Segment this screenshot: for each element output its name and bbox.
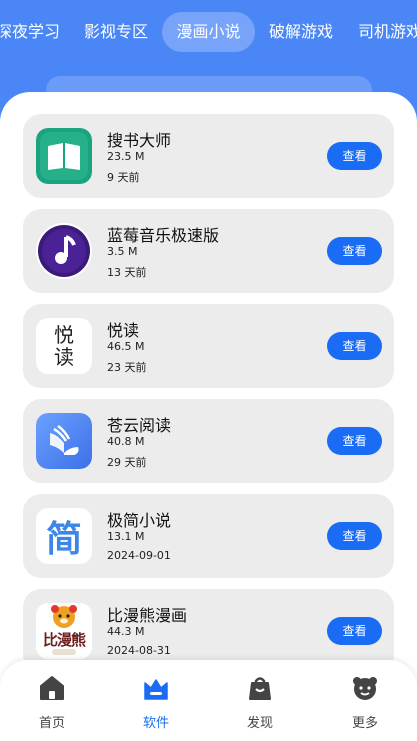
view-button[interactable]: 查看 — [327, 237, 382, 265]
app-date: 2024-08-31 — [107, 644, 171, 657]
app-card[interactable]: 搜书大师 23.5 M 9 天前 查看 — [23, 114, 394, 198]
app-name: 搜书大师 — [107, 131, 172, 150]
home-icon — [40, 676, 64, 700]
icon-text: 比漫熊 — [42, 631, 86, 649]
app-name: 悦读 — [107, 321, 140, 340]
app-name: 苍云阅读 — [107, 416, 172, 435]
nav-label: 更多 — [351, 716, 378, 731]
app-size: 46.5 M — [107, 340, 145, 353]
tab-movies[interactable]: 影视专区 — [80, 12, 152, 52]
purple-music-note-icon — [36, 223, 92, 279]
bottom-navigation: 首页 软件 发现 更多 — [0, 660, 417, 741]
view-button[interactable]: 查看 — [327, 617, 382, 645]
app-date: 23 天前 — [107, 361, 147, 374]
tab-cracked-games[interactable]: 破解游戏 — [265, 12, 337, 52]
view-button[interactable]: 查看 — [327, 142, 382, 170]
app-size: 3.5 M — [107, 245, 138, 258]
jian-text-icon: 简 — [36, 508, 92, 564]
nav-software[interactable]: 软件 — [126, 674, 186, 734]
view-button[interactable]: 查看 — [327, 332, 382, 360]
view-button[interactable]: 查看 — [327, 522, 382, 550]
icon-text: 简 — [45, 518, 82, 560]
nav-label: 软件 — [142, 716, 169, 731]
nav-discover[interactable]: 发现 — [230, 674, 290, 734]
app-list-sheet: 搜书大师 23.5 M 9 天前 查看 蓝莓音乐极速版 3.5 M 13 天前 … — [0, 92, 417, 741]
app-size: 23.5 M — [107, 150, 145, 163]
app-size: 13.1 M — [107, 530, 145, 543]
bear-logo-icon: 比漫熊 — [36, 603, 92, 659]
app-name: 极简小说 — [107, 511, 172, 530]
category-tabs: 深夜学习 影视专区 漫画小说 破解游戏 司机游戏 — [0, 10, 417, 54]
nav-label: 首页 — [38, 716, 65, 731]
app-date: 2024-09-01 — [107, 549, 171, 562]
tab-comics-novels[interactable]: 漫画小说 — [162, 12, 255, 52]
nav-home[interactable]: 首页 — [22, 674, 82, 734]
nav-label: 发现 — [246, 716, 273, 731]
app-name: 比漫熊漫画 — [107, 606, 188, 625]
app-size: 44.3 M — [107, 625, 145, 638]
tab-late-night-study[interactable]: 深夜学习 — [0, 12, 64, 52]
tab-driver-games[interactable]: 司机游戏 — [358, 12, 417, 52]
app-date: 13 天前 — [107, 266, 147, 279]
app-name: 蓝莓音乐极速版 — [107, 226, 220, 245]
icon-text: 悦读 — [54, 323, 74, 369]
blue-open-book-icon — [36, 413, 92, 469]
yuedu-text-icon: 悦读 — [36, 318, 92, 374]
app-card[interactable]: 悦读 悦读 46.5 M 23 天前 查看 — [23, 304, 394, 388]
app-date: 9 天前 — [107, 171, 140, 184]
green-book-icon — [36, 128, 92, 184]
view-button[interactable]: 查看 — [327, 427, 382, 455]
nav-more[interactable]: 更多 — [335, 674, 395, 734]
app-card[interactable]: 苍云阅读 40.8 M 29 天前 查看 — [23, 399, 394, 483]
app-card[interactable]: 简 极简小说 13.1 M 2024-09-01 查看 — [23, 494, 394, 578]
apps-icon — [144, 679, 168, 700]
more-icon — [353, 677, 377, 700]
bag-icon — [249, 677, 271, 700]
app-size: 40.8 M — [107, 435, 145, 448]
app-date: 29 天前 — [107, 456, 147, 469]
app-card[interactable]: 蓝莓音乐极速版 3.5 M 13 天前 查看 — [23, 209, 394, 293]
